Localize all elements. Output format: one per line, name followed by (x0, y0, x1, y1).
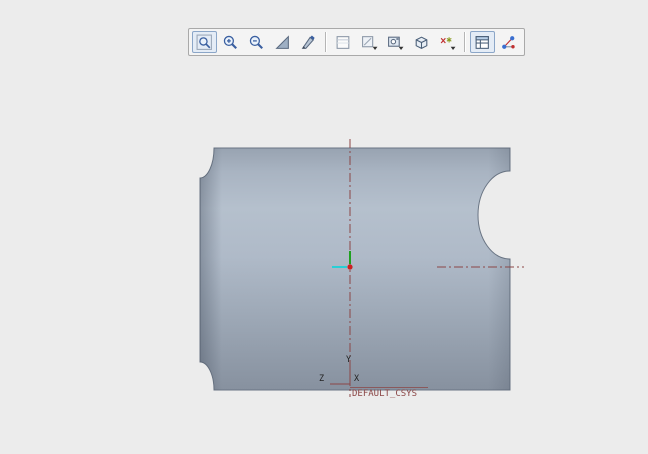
csys-z-label: Z (319, 374, 324, 384)
csys-name-label: DEFAULT_CSYS (352, 389, 417, 399)
csys-x-label: X (354, 374, 360, 384)
csys-y-label: Y (346, 355, 351, 365)
origin-point (347, 264, 353, 270)
graphics-viewport[interactable]: Y X Z DEFAULT_CSYS (0, 0, 648, 454)
application-window: Y X Z DEFAULT_CSYS (0, 0, 648, 454)
model-part[interactable] (199, 147, 511, 391)
model-part-shading-overlay (200, 148, 510, 390)
